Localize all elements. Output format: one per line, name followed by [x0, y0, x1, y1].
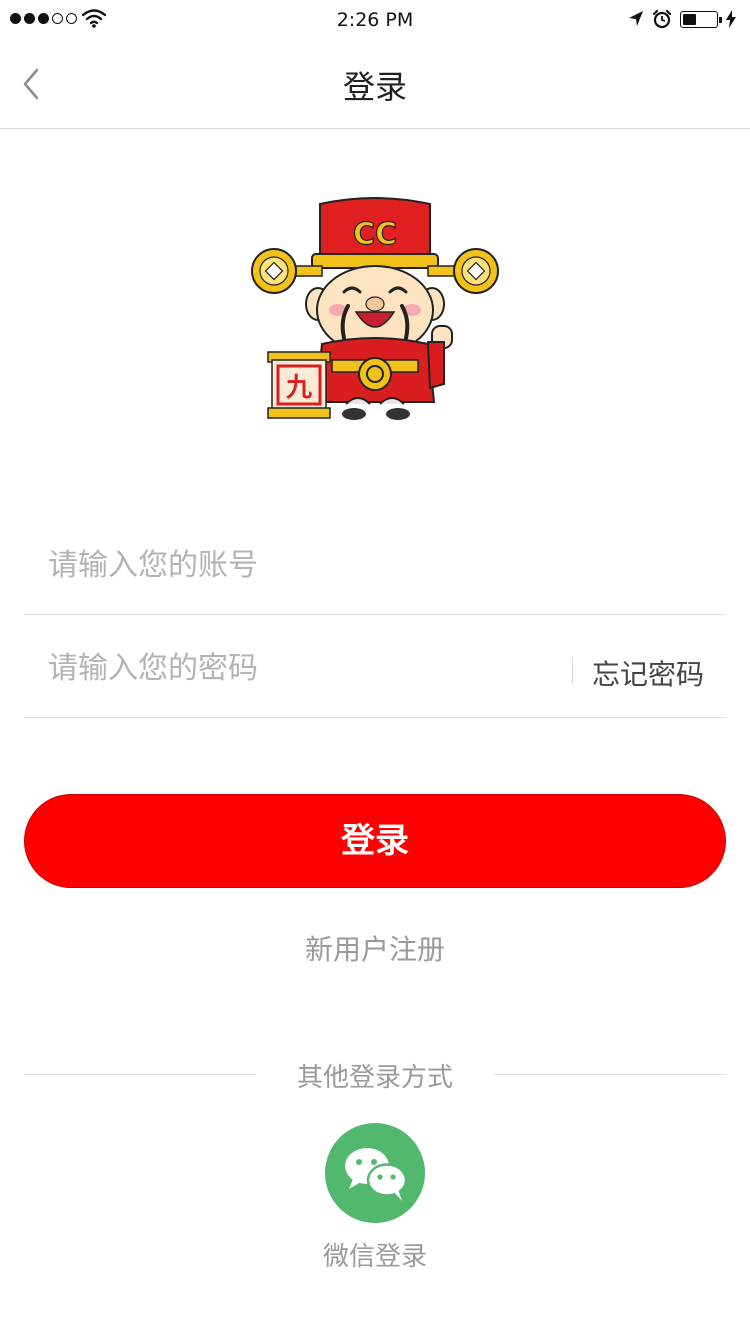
wechat-login-button[interactable] — [325, 1123, 425, 1223]
wechat-login-label[interactable]: 微信登录 — [0, 1236, 750, 1273]
wechat-icon — [345, 1148, 408, 1201]
password-field: 忘记密码 — [24, 617, 726, 719]
mascot-hat-text: CC — [353, 217, 397, 252]
account-input[interactable] — [46, 514, 570, 616]
forgot-password-link[interactable]: 忘记密码 — [592, 653, 704, 693]
register-link[interactable]: 新用户注册 — [0, 928, 750, 968]
battery-icon — [680, 10, 722, 28]
login-button[interactable]: 登录 — [24, 794, 726, 888]
battery-level-fill — [683, 13, 696, 25]
charging-bolt-icon — [726, 10, 736, 28]
divider — [572, 657, 573, 683]
account-field — [24, 514, 726, 616]
mascot-god-of-wealth: CC 九 — [251, 197, 499, 420]
battery-tip — [719, 16, 722, 23]
alarm-clock-icon — [652, 9, 672, 29]
page-title: 登录 — [342, 68, 407, 106]
divider — [494, 1074, 726, 1075]
location-arrow-icon — [629, 11, 643, 26]
mascot-scroll-text: 九 — [285, 373, 312, 403]
navigation-bar: 登录 — [0, 40, 750, 129]
status-bar: 2:26 PM — [0, 0, 750, 40]
status-icons — [628, 9, 736, 29]
other-login-title: 其他登录方式 — [296, 1063, 453, 1093]
password-input[interactable] — [46, 617, 570, 719]
